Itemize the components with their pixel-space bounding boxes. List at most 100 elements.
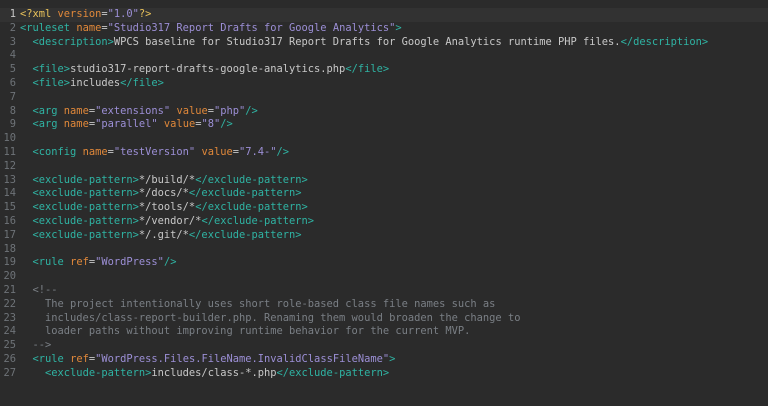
code-token-tag: <arg xyxy=(32,118,64,131)
code-line[interactable]: 17 <exclude-pattern>*/.git/*</exclude-pa… xyxy=(0,229,768,243)
line-code: <exclude-pattern>*/tools/*</exclude-patt… xyxy=(20,201,308,215)
line-number: 2 xyxy=(9,21,16,34)
line-code: <file>studio317-report-drafts-google-ana… xyxy=(20,63,390,77)
code-line[interactable]: 22 The project intentionally uses short … xyxy=(0,298,768,312)
code-token-text: */tools/* xyxy=(138,201,196,214)
line-number: 20 xyxy=(3,270,16,283)
code-token-val: "php" xyxy=(213,104,246,117)
line-number: 23 xyxy=(3,311,16,324)
line-code: <file>includes</file> xyxy=(20,77,164,91)
line-code: <exclude-pattern>*/.git/*</exclude-patte… xyxy=(20,229,302,243)
line-code: <arg name="extensions" value="php"/> xyxy=(20,105,258,119)
code-token-tag: <config xyxy=(32,146,83,158)
code-line[interactable]: 15 <exclude-pattern>*/tools/*</exclude-p… xyxy=(0,201,768,215)
code-token-tag: /> xyxy=(163,256,177,269)
code-line[interactable]: 12 xyxy=(0,160,768,174)
code-token-comment: <!-- xyxy=(20,284,58,296)
code-line[interactable]: 13 <exclude-pattern>*/build/*</exclude-p… xyxy=(0,174,768,188)
code-token-text: */vendor/* xyxy=(138,215,202,227)
code-token-val: "parallel" xyxy=(95,118,158,131)
code-editor[interactable]: 1 <?xml version="1.0"?> 2 <ruleset name="St… xyxy=(0,0,768,406)
line-code: <exclude-pattern>includes/class-*.php</e… xyxy=(20,367,389,381)
code-token-text: */build/* xyxy=(138,173,196,186)
code-token-text: includes xyxy=(70,77,121,89)
code-token-attr: name xyxy=(63,104,89,117)
code-line[interactable]: 4 xyxy=(0,49,768,63)
code-line[interactable]: 14 <exclude-pattern>*/docs/*</exclude-pa… xyxy=(0,187,768,201)
code-token-attr: name xyxy=(82,146,108,158)
code-token-attr: value xyxy=(163,118,196,131)
line-number: 11 xyxy=(3,146,16,158)
code-token-decl: <?xml xyxy=(20,8,58,20)
code-token-tag: <exclude-pattern> xyxy=(32,215,139,227)
line-code: <exclude-pattern>*/vendor/*</exclude-pat… xyxy=(20,215,315,229)
code-line[interactable]: 7 xyxy=(0,91,768,105)
code-line[interactable]: 18 xyxy=(0,243,768,257)
code-token-tag: </exclude-pattern> xyxy=(188,228,302,241)
code-line[interactable]: 3 <description>WPCS baseline for Studio3… xyxy=(0,36,768,50)
line-code: <!-- xyxy=(20,284,58,298)
code-line[interactable]: 1 <?xml version="1.0"?> xyxy=(0,8,768,22)
code-line[interactable]: 20 xyxy=(0,270,768,284)
line-number: 8 xyxy=(9,104,16,117)
code-line[interactable]: 2 <ruleset name="Studio317 Report Drafts … xyxy=(0,22,768,36)
code-line[interactable]: 19 <rule ref="WordPress"/> xyxy=(0,256,768,270)
line-number: 3 xyxy=(9,35,16,48)
code-line[interactable]: 26 <rule ref="WordPress.Files.FileName.I… xyxy=(0,353,768,367)
code-token-val: "Studio317 Report Drafts for Google Anal… xyxy=(107,21,396,34)
code-token-val: "WordPress" xyxy=(95,256,164,269)
line-code: <description>WPCS baseline for Studio317… xyxy=(20,35,709,50)
line-code: <exclude-pattern>*/build/*</exclude-patt… xyxy=(20,174,308,188)
line-code: <exclude-pattern>*/docs/*</exclude-patte… xyxy=(20,187,302,201)
code-line[interactable]: 25 --> xyxy=(0,339,768,353)
code-line[interactable]: 11 <config name="testVersion" value="7.4… xyxy=(0,146,768,160)
code-line[interactable]: 9 <arg name="parallel" value="8"/> xyxy=(0,118,768,132)
line-number: 24 xyxy=(3,325,16,338)
code-line[interactable]: 16 <exclude-pattern>*/vendor/*</exclude-… xyxy=(0,215,768,229)
line-number: 15 xyxy=(3,201,16,214)
code-token-comment: The project intentionally uses short rol… xyxy=(20,297,496,310)
code-token-val: "8" xyxy=(201,118,221,131)
line-number: 18 xyxy=(3,242,16,255)
line-number: 26 xyxy=(3,353,16,365)
code-token-tag: /> xyxy=(220,118,233,131)
code-token-val: "WordPress.Files.FileName.InvalidClassFi… xyxy=(95,353,390,365)
code-token-attr: ref xyxy=(70,353,89,365)
code-token-tag: <rule xyxy=(32,256,71,269)
code-line[interactable]: 10 xyxy=(0,132,768,146)
code-token-comment: includes/class-report-builder.php. Renam… xyxy=(20,311,521,324)
code-line[interactable]: 24 loader paths without improving runtim… xyxy=(0,325,768,339)
line-code: The project intentionally uses short rol… xyxy=(20,298,495,312)
code-token-attr: value xyxy=(176,104,208,117)
code-line[interactable]: 21 <!-- xyxy=(0,284,768,298)
line-number: 14 xyxy=(3,187,16,200)
code-token-comment: --> xyxy=(20,339,52,352)
code-token-tag: <ruleset xyxy=(20,21,77,34)
code-token-text: includes/class-*.php xyxy=(151,366,277,379)
code-line[interactable]: 23 includes/class-report-builder.php. Re… xyxy=(0,312,768,326)
line-number: 25 xyxy=(3,339,16,352)
line-number: 17 xyxy=(3,228,16,241)
line-code: loader paths without improving runtime b… xyxy=(20,325,470,339)
code-line[interactable]: 5 <file>studio317-report-drafts-google-a… xyxy=(0,63,768,77)
code-line[interactable]: 27 <exclude-pattern>includes/class-*.php… xyxy=(0,367,768,381)
code-token-tag: <file> xyxy=(32,63,71,76)
code-line[interactable]: 8 <arg name="extensions" value="php"/> xyxy=(0,105,768,119)
code-token-text: WPCS baseline for Studio317 Report Draft… xyxy=(113,35,621,48)
line-number: 6 xyxy=(9,77,16,89)
code-token-attr: name xyxy=(63,118,89,131)
line-code: --> xyxy=(20,339,52,353)
line-number: 22 xyxy=(3,297,16,310)
line-number: 13 xyxy=(3,173,16,186)
code-line[interactable]: 6 <file>includes</file> xyxy=(0,77,768,91)
